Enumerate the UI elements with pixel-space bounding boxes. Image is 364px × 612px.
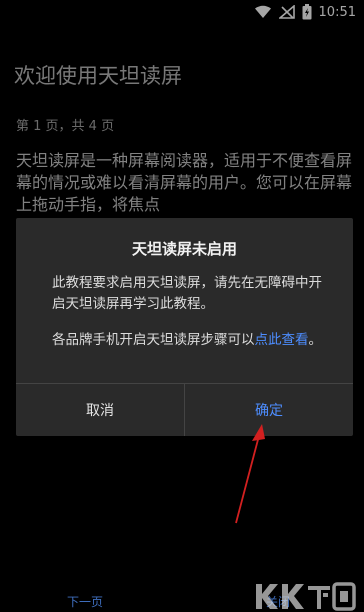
confirm-button[interactable]: 确定 bbox=[185, 384, 353, 436]
next-page-button[interactable]: 下一页 bbox=[67, 593, 103, 610]
kk-download-watermark bbox=[256, 582, 356, 611]
screen-reader-dialog: 天坦读屏未启用 此教程要求启用天坦读屏，请先在无障碍中开启天坦读屏再学习此教程。… bbox=[16, 218, 353, 436]
brand-guide-link[interactable]: 点此查看 bbox=[255, 332, 309, 348]
screen: 10:51 欢迎使用天坦读屏 第 1 页，共 4 页 天坦读屏是一种屏幕阅读器，… bbox=[0, 0, 364, 612]
dialog-message: 此教程要求启用天坦读屏，请先在无障碍中开启天坦读屏再学习此教程。 bbox=[52, 275, 322, 312]
brand-note-text: 各品牌手机开启天坦读屏步骤可以 bbox=[52, 332, 255, 348]
brand-note-end: 。 bbox=[308, 332, 323, 348]
dialog-title: 天坦读屏未启用 bbox=[131, 240, 237, 258]
cancel-button[interactable]: 取消 bbox=[16, 384, 184, 436]
dialog-brand-note: 各品牌手机开启天坦读屏步骤可以点此查看。 bbox=[52, 330, 331, 351]
